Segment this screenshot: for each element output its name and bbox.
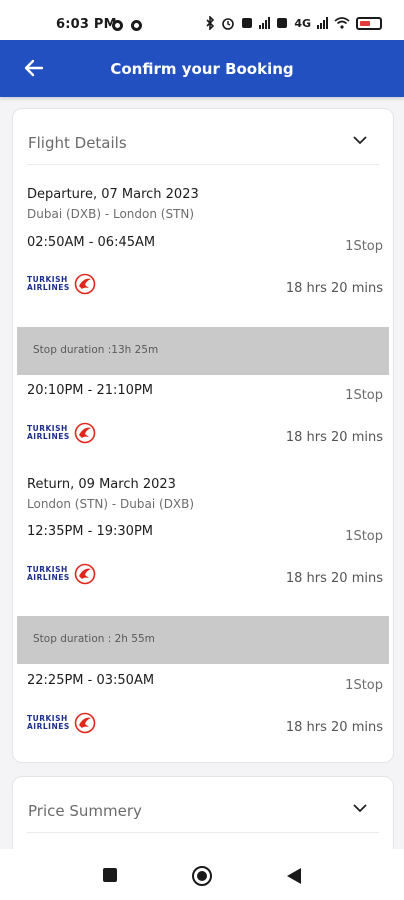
airline-logo: TURKISH AIRLINES [27, 421, 103, 445]
chevron-down-icon[interactable] [353, 803, 367, 813]
notification-icon [112, 20, 123, 31]
recent-apps-icon[interactable] [103, 868, 117, 882]
status-icons: 4G [205, 16, 382, 30]
home-icon[interactable] [191, 865, 213, 887]
leg-stops: 1Stop [345, 529, 383, 544]
leg-stops: 1Stop [345, 239, 383, 254]
turkish-airlines-icon [74, 712, 96, 734]
leg-duration: 18 hrs 20 mins [285, 571, 383, 586]
scroll-content[interactable]: Flight Details Departure, 07 March 2023 … [0, 97, 404, 849]
stop-duration-text: Stop duration :13h 25m [33, 344, 159, 356]
leg-time: 20:10PM - 21:10PM [27, 383, 153, 398]
airline-name: TURKISH AIRLINES [27, 714, 70, 731]
price-summary-header[interactable]: Price Summery [27, 777, 379, 833]
status-time: 6:03 PM [56, 17, 117, 32]
flight-details-card: Flight Details Departure, 07 March 2023 … [12, 108, 394, 763]
app-bar: Confirm your Booking [0, 40, 404, 97]
system-nav-bar [0, 849, 404, 900]
airline-logo: TURKISH AIRLINES [27, 711, 103, 735]
leg-stops: 1Stop [345, 678, 383, 693]
alarm-icon [222, 18, 235, 30]
record-icon [131, 20, 142, 31]
stop-duration-band: Stop duration : 2h 55m [17, 616, 389, 664]
sim-icon [242, 18, 253, 28]
leg-time: 22:25PM - 03:50AM [27, 673, 155, 688]
turkish-airlines-icon [74, 563, 96, 585]
airline-name: TURKISH AIRLINES [27, 424, 70, 441]
turkish-airlines-icon [74, 422, 96, 444]
segment-title-return: Return, 09 March 2023 [27, 477, 176, 492]
wifi-icon [334, 17, 350, 29]
status-bar: 6:03 PM 4G [0, 0, 404, 40]
flight-details-header[interactable]: Flight Details [27, 109, 379, 165]
network-type: 4G [294, 16, 311, 30]
stop-duration-band: Stop duration :13h 25m [17, 327, 389, 375]
battery-low-icon [356, 16, 382, 30]
turkish-airlines-icon [74, 273, 96, 295]
leg-duration: 18 hrs 20 mins [285, 430, 383, 445]
bluetooth-icon [206, 16, 215, 30]
segment-title-departure: Departure, 07 March 2023 [27, 187, 199, 202]
signal2-icon [317, 17, 328, 29]
stop-duration-text: Stop duration : 2h 55m [33, 633, 155, 645]
airline-name: TURKISH AIRLINES [27, 275, 70, 292]
leg-time: 12:35PM - 19:30PM [27, 524, 153, 539]
segment-route-departure: Dubai (DXB) - London (STN) [27, 207, 195, 221]
leg-stops: 1Stop [345, 388, 383, 403]
signal-icon [259, 17, 271, 29]
leg-duration: 18 hrs 20 mins [285, 720, 383, 735]
leg-time: 02:50AM - 06:45AM [27, 235, 156, 250]
airline-logo: TURKISH AIRLINES [27, 562, 103, 586]
chevron-down-icon[interactable] [353, 135, 367, 145]
price-summary-title: Price Summery [28, 802, 142, 820]
flight-details-title: Flight Details [28, 134, 127, 152]
airline-logo: TURKISH AIRLINES [27, 272, 103, 296]
airline-name: TURKISH AIRLINES [27, 565, 70, 582]
price-summary-card: Price Summery [12, 776, 394, 849]
leg-duration: 18 hrs 20 mins [285, 281, 383, 296]
back-triangle-icon[interactable] [286, 867, 302, 885]
page-title: Confirm your Booking [110, 60, 294, 78]
sim2-icon [277, 18, 288, 28]
segment-route-return: London (STN) - Dubai (DXB) [27, 497, 195, 511]
